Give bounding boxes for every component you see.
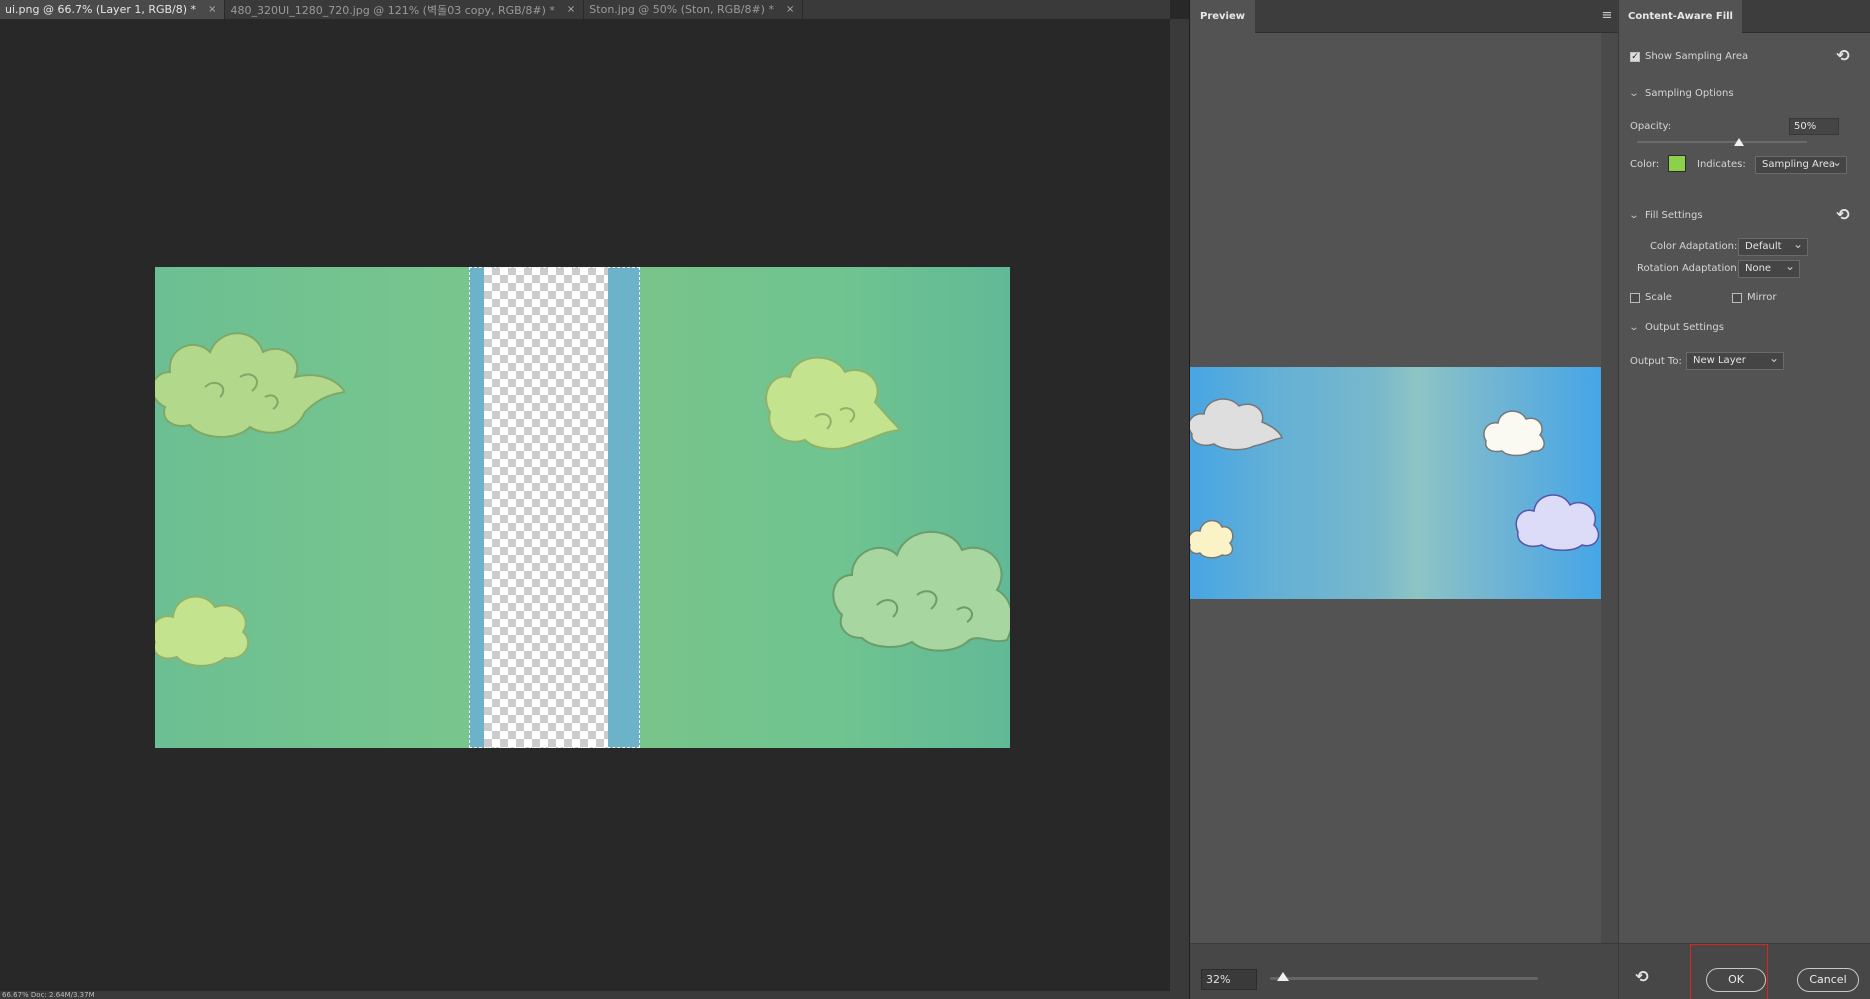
mirror-checkbox[interactable]: [1732, 292, 1742, 303]
output-settings-label: Output Settings: [1645, 322, 1724, 333]
cloud-image: [765, 356, 900, 450]
document-canvas[interactable]: [155, 267, 1010, 748]
cloud-image: [832, 530, 1010, 652]
output-to-select[interactable]: New Layer: [1686, 350, 1784, 370]
canvas-scrollbar[interactable]: [1170, 19, 1189, 991]
output-settings-header[interactable]: ⌄ Output Settings: [1628, 322, 1724, 333]
scale-row[interactable]: Scale: [1630, 292, 1672, 303]
scale-checkbox[interactable]: [1630, 292, 1640, 303]
preview-panel: Preview ≡ 32%: [1190, 0, 1618, 999]
opacity-slider-thumb[interactable]: [1734, 138, 1744, 146]
tab-preview[interactable]: Preview: [1190, 0, 1256, 33]
color-adaptation-label: Color Adaptation:: [1650, 241, 1738, 252]
opacity-label: Opacity:: [1630, 121, 1672, 132]
preview-image[interactable]: [1190, 367, 1601, 599]
preview-panel-header: Preview ≡: [1190, 0, 1618, 33]
tab-label: ui.png @ 66.7% (Layer 1, RGB/8) *: [5, 3, 197, 16]
chevron-down-icon: ⌄: [1628, 322, 1640, 333]
tab-480-320ui[interactable]: 480_320UI_1280_720.jpg @ 121% (벽돌03 copy…: [225, 0, 585, 19]
indicates-select[interactable]: Sampling Area: [1755, 154, 1847, 174]
reset-fill-settings-icon[interactable]: ⟲: [1834, 206, 1852, 224]
cloud-image: [1190, 519, 1234, 559]
sampling-options-label: Sampling Options: [1645, 88, 1734, 99]
show-sampling-area-label: Show Sampling Area: [1645, 51, 1749, 62]
opacity-row: Opacity:: [1630, 121, 1671, 132]
scale-label: Scale: [1645, 292, 1672, 303]
show-sampling-area-checkbox[interactable]: ✓: [1630, 51, 1640, 62]
rotation-adaptation-label: Rotation Adaptation:: [1637, 263, 1741, 274]
color-adaptation-select[interactable]: Default: [1738, 236, 1808, 256]
reset-sampling-icon[interactable]: ⟲: [1834, 47, 1852, 65]
mirror-row[interactable]: Mirror: [1732, 292, 1776, 303]
cloud-image: [1483, 410, 1545, 457]
canvas-area[interactable]: [0, 19, 1170, 991]
color-label: Color:: [1630, 159, 1660, 170]
close-icon[interactable]: ×: [567, 4, 575, 15]
ok-button[interactable]: OK: [1706, 968, 1766, 992]
sampling-options-header[interactable]: ⌄ Sampling Options: [1628, 88, 1734, 99]
mirror-label: Mirror: [1747, 292, 1777, 303]
indicates-label: Indicates:: [1697, 159, 1746, 170]
caf-footer: ⟲ OK Cancel: [1619, 943, 1870, 999]
zoom-slider-thumb[interactable]: [1277, 972, 1290, 981]
caf-panel-header: Content-Aware Fill: [1619, 0, 1870, 33]
selection-marquee[interactable]: [469, 267, 640, 748]
output-to-label: Output To:: [1630, 356, 1682, 367]
close-icon[interactable]: ×: [208, 4, 216, 15]
status-bar: 66.67% Doc: 2.64M/3.37M: [0, 991, 1189, 999]
cloud-image: [155, 595, 250, 667]
preview-footer: 32%: [1190, 943, 1618, 999]
photoshop-window: ui.png @ 66.7% (Layer 1, RGB/8) * × 480_…: [0, 0, 1870, 999]
cloud-image: [1515, 494, 1600, 551]
tab-ston-jpg[interactable]: Ston.jpg @ 50% (Ston, RGB/8#) * ×: [584, 0, 804, 19]
sampling-color-swatch[interactable]: [1668, 155, 1686, 172]
reset-all-icon[interactable]: ⟲: [1633, 968, 1651, 986]
cancel-button[interactable]: Cancel: [1797, 968, 1859, 992]
opacity-field[interactable]: 50%: [1789, 118, 1839, 135]
cloud-image: [155, 332, 345, 438]
zoom-field[interactable]: 32%: [1201, 969, 1257, 990]
rotation-adaptation-select[interactable]: None: [1738, 258, 1800, 278]
content-aware-fill-panel: Content-Aware Fill ✓ Show Sampling Area …: [1618, 0, 1870, 999]
chevron-down-icon: ⌄: [1628, 210, 1640, 221]
tab-content-aware-fill[interactable]: Content-Aware Fill: [1619, 0, 1742, 33]
panel-menu-icon[interactable]: ≡: [1600, 9, 1614, 23]
chevron-down-icon: ⌄: [1628, 88, 1640, 99]
document-tab-bar: ui.png @ 66.7% (Layer 1, RGB/8) * × 480_…: [0, 0, 1170, 19]
tab-label: 480_320UI_1280_720.jpg @ 121% (벽돌03 copy…: [230, 3, 555, 17]
show-sampling-area-row[interactable]: ✓ Show Sampling Area: [1630, 51, 1748, 62]
fill-settings-label: Fill Settings: [1645, 210, 1703, 221]
close-icon[interactable]: ×: [786, 4, 794, 15]
tab-ui-png[interactable]: ui.png @ 66.7% (Layer 1, RGB/8) * ×: [0, 0, 226, 19]
zoom-slider-track[interactable]: [1270, 977, 1538, 980]
opacity-slider-track[interactable]: [1637, 141, 1807, 143]
tab-label: Ston.jpg @ 50% (Ston, RGB/8#) *: [589, 3, 774, 16]
fill-settings-header[interactable]: ⌄ Fill Settings: [1628, 210, 1703, 221]
cloud-image: [1190, 398, 1284, 451]
preview-scrollbar[interactable]: [1601, 33, 1618, 943]
